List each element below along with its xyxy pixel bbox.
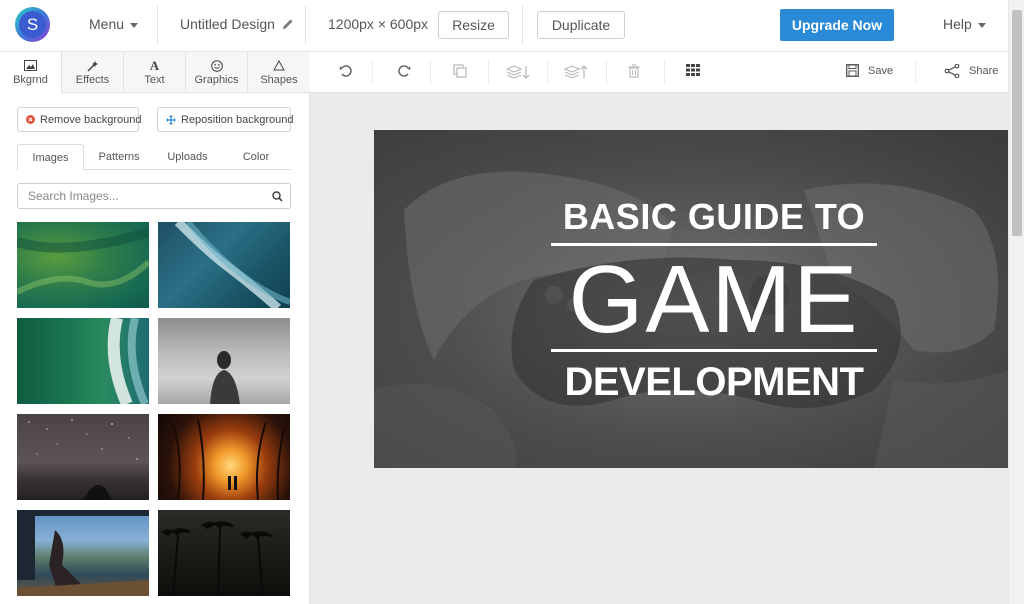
subtab-images[interactable]: Images xyxy=(17,144,84,171)
tab-label: Graphics xyxy=(194,73,239,86)
tab-label: Text xyxy=(144,73,165,86)
copy-icon[interactable] xyxy=(453,64,467,78)
divider xyxy=(915,60,916,85)
tab-graphics[interactable]: Graphics xyxy=(186,52,248,93)
background-image-thumbnail[interactable] xyxy=(17,318,149,404)
divider xyxy=(664,60,665,85)
design-text-line1[interactable]: BASIC GUIDE TO xyxy=(551,196,877,238)
search-input[interactable] xyxy=(18,184,258,208)
tab-label: Effects xyxy=(75,73,110,86)
menu-label: Menu xyxy=(89,16,125,32)
divider xyxy=(488,60,489,85)
logo-letter: S xyxy=(19,11,46,38)
divider-line xyxy=(551,349,877,352)
pencil-icon xyxy=(282,19,293,29)
editor-toolbar: Save Share xyxy=(310,52,1008,93)
divider xyxy=(157,6,158,44)
grid-icon[interactable] xyxy=(686,64,700,76)
divider xyxy=(430,60,431,85)
upgrade-button[interactable]: Upgrade Now xyxy=(780,9,894,41)
save-label: Save xyxy=(868,64,894,77)
resize-button[interactable]: Resize xyxy=(438,11,509,39)
top-bar: S Menu Untitled Design 1200px × 600px Re… xyxy=(0,0,1008,52)
share-icon xyxy=(944,64,960,78)
design-text-line3[interactable]: DEVELOPMENT xyxy=(551,360,877,405)
divider xyxy=(606,60,607,85)
reposition-background-button[interactable]: Reposition background xyxy=(157,107,294,132)
remove-background-label: Remove background xyxy=(40,113,142,126)
save-button[interactable]: Save xyxy=(846,64,893,77)
tab-label: Shapes xyxy=(260,73,298,86)
help-label: Help xyxy=(943,16,972,32)
share-button[interactable]: Share xyxy=(944,64,998,78)
divider xyxy=(547,60,548,85)
chevron-down-icon xyxy=(130,22,139,28)
divider xyxy=(522,6,523,44)
chevron-down-icon xyxy=(977,22,986,28)
background-subtabs: Images Patterns Uploads Color xyxy=(17,144,291,171)
background-image-thumbnail[interactable] xyxy=(158,414,290,500)
design-title-label: Untitled Design xyxy=(180,16,275,32)
background-image-thumbnail[interactable] xyxy=(158,510,290,596)
floppy-icon xyxy=(846,64,859,77)
background-image-thumbnail[interactable] xyxy=(158,318,290,404)
remove-background-button[interactable]: Remove background xyxy=(17,107,142,132)
move-icon xyxy=(166,114,176,125)
background-image-thumbnail[interactable] xyxy=(17,510,149,596)
triangle-icon xyxy=(273,59,285,73)
image-search xyxy=(17,183,291,209)
divider xyxy=(372,60,373,85)
image-icon xyxy=(24,59,37,73)
reposition-background-label: Reposition background xyxy=(181,113,294,126)
tool-tabs: Bkgrnd Effects A Text Graphics Shapes xyxy=(0,52,310,93)
scrollbar-thumb[interactable] xyxy=(1012,10,1022,236)
text-icon: A xyxy=(149,57,160,73)
tab-effects[interactable]: Effects xyxy=(62,52,124,93)
subtab-color[interactable]: Color xyxy=(221,144,291,170)
tab-shapes[interactable]: Shapes xyxy=(248,52,310,93)
redo-icon[interactable] xyxy=(397,64,411,78)
send-backward-icon[interactable] xyxy=(506,64,530,80)
dimensions-label: 1200px × 600px xyxy=(328,16,429,32)
background-image-thumbnail[interactable] xyxy=(158,222,290,308)
vertical-scrollbar[interactable] xyxy=(1008,0,1024,604)
search-icon[interactable] xyxy=(272,190,283,205)
tab-background[interactable]: Bkgrnd xyxy=(0,52,62,93)
remove-icon xyxy=(26,115,35,124)
divider xyxy=(305,6,306,44)
smiley-icon xyxy=(210,59,223,73)
tab-label: Bkgrnd xyxy=(13,73,48,86)
subtab-patterns[interactable]: Patterns xyxy=(84,144,154,170)
app-logo[interactable]: S xyxy=(15,7,50,42)
help-menu[interactable]: Help xyxy=(943,16,986,32)
undo-icon[interactable] xyxy=(339,64,353,78)
background-image-thumbnail[interactable] xyxy=(17,414,149,500)
bring-forward-icon[interactable] xyxy=(564,64,588,80)
menu-button[interactable]: Menu xyxy=(89,16,139,32)
design-text-line2[interactable]: GAME xyxy=(551,250,877,350)
trash-icon[interactable] xyxy=(628,64,640,78)
subtab-uploads[interactable]: Uploads xyxy=(154,144,221,170)
duplicate-button[interactable]: Duplicate xyxy=(537,11,625,39)
background-image-thumbnail[interactable] xyxy=(17,222,149,308)
design-title[interactable]: Untitled Design xyxy=(180,16,294,32)
share-label: Share xyxy=(969,65,999,77)
tab-text[interactable]: A Text xyxy=(124,52,186,93)
wand-icon xyxy=(86,59,99,73)
